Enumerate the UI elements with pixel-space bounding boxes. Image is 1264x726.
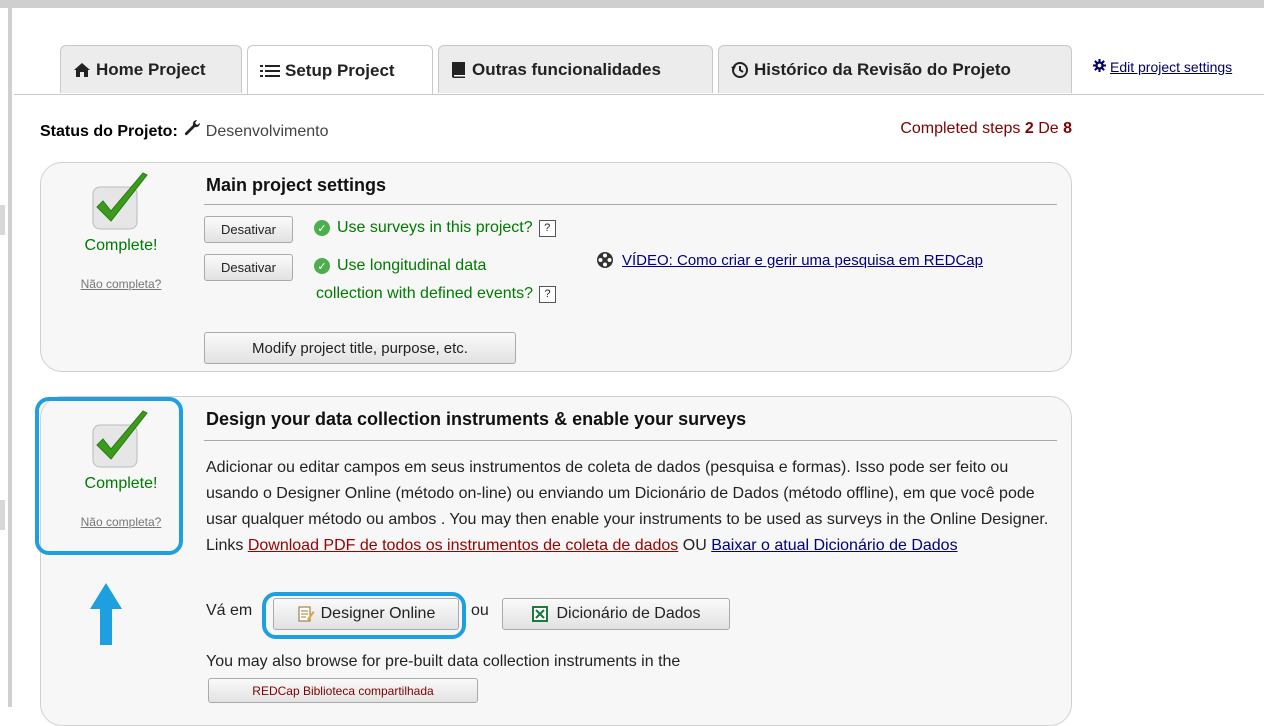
highlight-outline — [35, 397, 183, 555]
tab-label: Setup Project — [285, 60, 395, 80]
complete-label: Complete! — [84, 237, 158, 254]
tab-setup-project[interactable]: Setup Project — [247, 45, 433, 95]
main-project-settings-panel: Complete! Não completa? Main project set… — [40, 162, 1072, 372]
history-icon — [731, 61, 749, 79]
tab-historico-revisao[interactable]: Histórico da Revisão do Projeto — [718, 45, 1072, 93]
excel-icon — [531, 605, 549, 623]
panel-description: Adicionar ou editar campos em seus instr… — [206, 455, 1056, 559]
title-divider — [204, 440, 1057, 441]
help-icon[interactable]: ? — [538, 219, 556, 237]
or-text: OU — [682, 537, 707, 554]
tab-label: Outras funcionalidades — [472, 59, 661, 79]
browse-text: You may also browse for pre-built data c… — [206, 653, 681, 670]
highlight-outline — [262, 592, 466, 639]
check-circle-icon: ✓ — [314, 258, 330, 274]
data-dictionary-button[interactable]: Dicionário de Dados — [502, 598, 730, 630]
data-dictionary-label: Dicionário de Dados — [556, 605, 701, 622]
tab-label: Home Project — [96, 59, 206, 79]
wrench-icon — [184, 119, 202, 143]
surveys-option: ✓ Use surveys in this project? ? — [314, 219, 556, 237]
longitudinal-option: ✓ Use longitudinal data — [314, 257, 486, 275]
checkmark-icon — [91, 171, 151, 230]
disable-longitudinal-button[interactable]: Desativar — [204, 254, 293, 281]
longitudinal-option-line2: collection with defined events? ? — [316, 285, 557, 303]
design-instruments-panel: Complete! Não completa? Design your data… — [40, 396, 1072, 726]
panel-title: Design your data collection instruments … — [206, 409, 747, 429]
arrow-up-icon — [86, 583, 126, 652]
steps-done: 2 — [1024, 120, 1034, 137]
disable-surveys-button[interactable]: Desativar — [204, 216, 293, 243]
panel-title: Main project settings — [206, 175, 387, 195]
tab-label: Histórico da Revisão do Projeto — [754, 59, 1011, 79]
list-icon — [260, 63, 280, 79]
download-pdf-link[interactable]: Download PDF de todos os instrumentos de… — [248, 537, 678, 554]
help-icon[interactable]: ? — [539, 285, 557, 303]
tab-outras-funcionalidades[interactable]: Outras funcionalidades — [438, 45, 713, 93]
video-link-label: VÍDEO: Como criar e gerir uma pesquisa e… — [622, 251, 983, 269]
tab-home-project[interactable]: Home Project — [60, 45, 242, 93]
surveys-option-label: Use surveys in this project? — [337, 219, 533, 236]
window-top-border — [0, 0, 1264, 8]
title-divider — [204, 204, 1057, 205]
window-left-border — [8, 0, 12, 707]
check-circle-icon: ✓ — [314, 220, 330, 236]
completed-steps: Completed steps 2 De 8 — [900, 120, 1072, 138]
steps-separator: De — [1038, 120, 1059, 137]
edit-project-settings-link[interactable]: Edit project settings — [1093, 59, 1232, 75]
download-dictionary-link[interactable]: Baixar o atual Dicionário de Dados — [711, 537, 957, 554]
modify-project-button[interactable]: Modify project title, purpose, etc. — [204, 332, 516, 364]
shared-library-button[interactable]: REDCap Biblioteca compartilhada — [208, 678, 478, 703]
film-reel-icon — [596, 251, 614, 269]
status-label: Status do Projeto: — [40, 122, 178, 140]
project-status: Status do Projeto: Desenvolvimento — [40, 119, 329, 143]
home-icon — [73, 62, 91, 78]
left-edge-mark — [0, 500, 5, 530]
video-link[interactable]: VÍDEO: Como criar e gerir uma pesquisa e… — [596, 251, 983, 269]
book-icon — [451, 61, 467, 79]
edit-settings-label: Edit project settings — [1110, 59, 1233, 75]
not-complete-link[interactable]: Não completa? — [41, 277, 201, 291]
step-status: Complete! Não completa? — [41, 171, 201, 291]
steps-prefix: Completed steps — [900, 120, 1021, 137]
tab-divider — [14, 94, 1264, 95]
gear-icon — [1093, 59, 1106, 75]
longitudinal-option-label: Use longitudinal data — [337, 257, 487, 274]
steps-total: 8 — [1063, 120, 1072, 137]
left-edge-mark — [0, 205, 5, 235]
or-label: ou — [471, 602, 489, 619]
longitudinal-option-label-2: collection with defined events? — [316, 285, 534, 302]
status-value: Desenvolvimento — [205, 122, 329, 140]
go-to-label: Vá em — [206, 602, 253, 619]
